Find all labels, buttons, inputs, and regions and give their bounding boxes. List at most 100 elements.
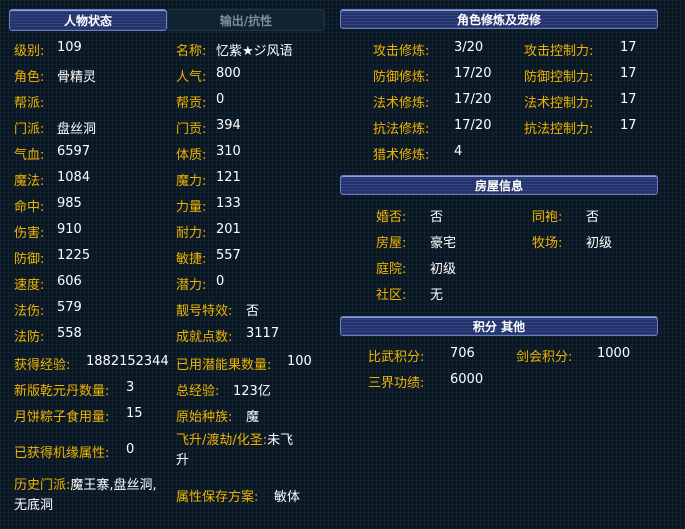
stat-label: 速度: [14,278,45,293]
control-label: 攻击控制力: [524,44,594,59]
stat-value: 310 [216,144,241,159]
stat-value: 579 [57,300,82,315]
stat-value: 985 [57,196,82,211]
history-row: 历史门派:魔王寨,盘丝洞,无底洞 [14,476,164,516]
potential-label: 已用潜能果数量: [176,358,272,373]
sword-points-label: 剑会积分: [516,350,573,365]
stat-label: 角色: [14,70,45,85]
stat-label: 敏捷: [176,252,207,267]
stat-label: 法伤: [14,304,45,319]
sword-points-value: 1000 [597,346,631,361]
qianyuan-label: 新版乾元丹数量: [14,384,110,399]
exp-value: 1882152344 [86,354,169,369]
stat-value: 394 [216,118,241,133]
tab-output-resist[interactable]: 输出/抗性 [167,9,325,31]
total-exp-value: 123亿 [233,384,271,399]
stat-value: 忆紫★ジ风语 [216,44,293,59]
cultivation-value: 3/20 [454,40,484,55]
stat-value: 0 [216,92,225,107]
house-value: 无 [430,288,444,303]
stat-label: 体质: [176,148,207,163]
cultivation-label: 攻击修炼: [373,44,430,59]
stat-value: 121 [216,170,241,185]
stat-label: 法防: [14,330,45,345]
cultivation-label: 法术修炼: [373,96,430,111]
house-value: 否 [430,210,444,225]
cultivation-value: 17/20 [454,92,492,107]
stat-label: 伤害: [14,226,45,241]
stat-label: 帮派: [14,96,45,111]
house-value: 初级 [430,262,457,277]
jiyuan-label: 已获得机缘属性: [14,446,110,461]
stat-value: 骨精灵 [57,70,97,85]
house-value: 豪宅 [430,236,457,251]
stat-label: 帮贡: [176,96,207,111]
stat-value: 557 [216,248,241,263]
control-value: 17 [620,66,637,81]
house-value: 否 [586,210,600,225]
stat-value: 盘丝洞 [57,122,97,137]
stat-label: 成就点数: [176,330,233,345]
cultivation-value: 4 [454,144,463,159]
cultivation-header: 角色修炼及宠修 [340,9,658,29]
pk-points-value: 706 [450,346,475,361]
house-label: 社区: [376,288,407,303]
house-label: 房屋: [376,236,407,251]
race-label: 原始种族: [176,410,233,425]
stat-label: 潜力: [176,278,207,293]
history-label: 历史门派: [14,478,71,493]
control-value: 17 [620,40,637,55]
jiyuan-value: 0 [126,442,135,457]
house-label: 婚否: [376,210,407,225]
stat-value: 910 [57,222,82,237]
stat-value: 0 [216,274,225,289]
control-label: 防御控制力: [524,70,594,85]
stat-label: 名称: [176,44,207,59]
points-header: 积分 其他 [340,316,658,336]
cultivation-label: 猎术修炼: [373,148,430,163]
scheme-value: 敏体 [274,490,301,505]
stat-value: 133 [216,196,241,211]
stat-value: 6597 [57,144,91,159]
stat-label: 命中: [14,200,45,215]
stat-label: 门派: [14,122,45,137]
qianyuan-value: 3 [126,380,135,395]
control-label: 法术控制力: [524,96,594,111]
control-value: 17 [620,118,637,133]
stat-label: 气血: [14,148,45,163]
exp-label: 获得经验: [14,358,71,373]
stat-value: 否 [246,304,260,319]
potential-value: 100 [287,354,312,369]
stat-value: 606 [57,274,82,289]
house-value: 初级 [586,236,613,251]
stat-value: 201 [216,222,241,237]
stat-value: 3117 [246,326,280,341]
cultivation-label: 防御修炼: [373,70,430,85]
tab-character-status[interactable]: 人物状态 [9,9,167,31]
stat-label: 力量: [176,200,207,215]
house-label: 庭院: [376,262,407,277]
control-label: 抗法控制力: [524,122,594,137]
cultivation-value: 17/20 [454,118,492,133]
tab-bar: 人物状态 输出/抗性 [9,9,325,31]
stat-value: 800 [216,66,241,81]
stat-label: 魔法: [14,174,45,189]
race-value: 魔 [246,410,260,425]
stat-label: 门贡: [176,122,207,137]
feisheng-row: 飞升/渡劫/化圣:未飞升 [176,431,306,471]
cultivation-label: 抗法修炼: [373,122,430,137]
house-label: 同袍: [532,210,563,225]
merit-label: 三界功绩: [368,376,425,391]
stat-label: 耐力: [176,226,207,241]
stat-label: 魔力: [176,174,207,189]
stat-label: 级别: [14,44,45,59]
cultivation-value: 17/20 [454,66,492,81]
stat-label: 防御: [14,252,45,267]
stat-value: 1225 [57,248,91,263]
scheme-label: 属性保存方案: [176,490,259,505]
stat-label: 人气: [176,70,207,85]
control-value: 17 [620,92,637,107]
stat-value: 1084 [57,170,91,185]
house-label: 牧场: [532,236,563,251]
zongzi-value: 15 [126,406,143,421]
